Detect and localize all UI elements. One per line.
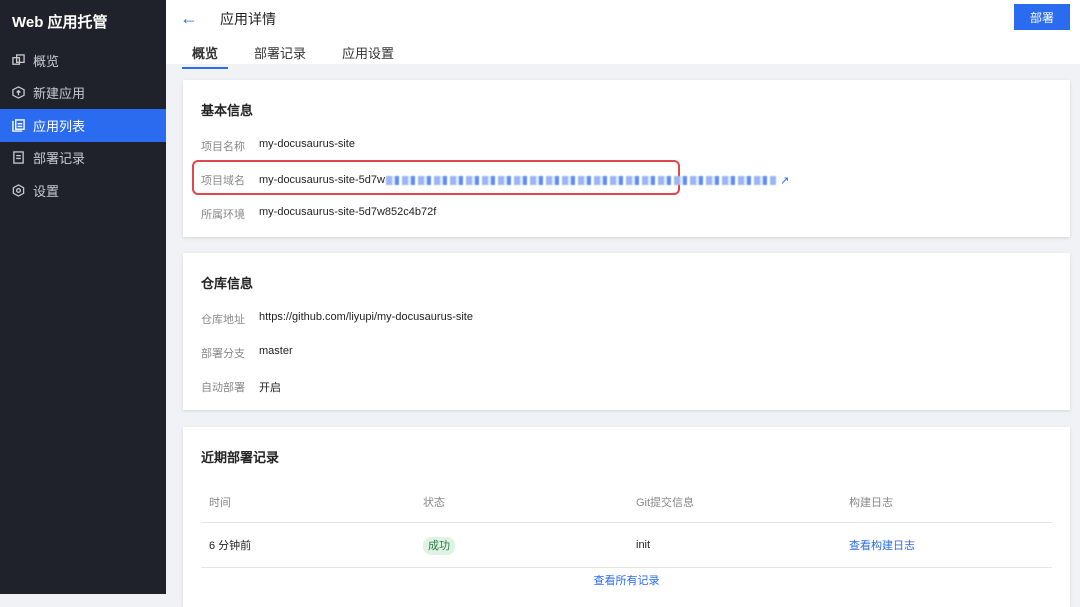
sidebar-item-app-list[interactable]: 应用列表	[0, 109, 166, 142]
page-header: ← 应用详情 部署 概览 部署记录 应用设置	[166, 0, 1080, 64]
sidebar-item-label: 部署记录	[33, 148, 85, 167]
list-icon	[12, 119, 25, 132]
tabs: 概览 部署记录 应用设置	[182, 43, 420, 69]
repo-info-card: 仓库信息 仓库地址https://github.com/liyupi/my-do…	[183, 253, 1070, 410]
upload-icon	[12, 86, 25, 99]
repo-url-link[interactable]: https://github.com/liyupi/my-docusaurus-…	[259, 311, 473, 327]
column-header: 构建日志	[841, 482, 1052, 522]
environment-link[interactable]: my-docusaurus-site-5d7w852c4b72f	[259, 206, 436, 222]
tab-app-settings[interactable]: 应用设置	[332, 43, 404, 69]
project-domain-link[interactable]: my-docusaurus-site-5d7w	[259, 174, 385, 186]
card-title: 近期部署记录	[201, 447, 279, 466]
deploy-button[interactable]: 部署	[1014, 4, 1070, 30]
basic-info-card: 基本信息 项目名称my-docusaurus-site 项目域名my-docus…	[183, 80, 1070, 237]
field-label: 自动部署	[201, 379, 259, 395]
field-label: 项目域名	[201, 172, 259, 188]
table-row: 6 分钟前 成功 init 查看构建日志	[201, 522, 1052, 567]
auto-deploy-status: 开启	[259, 379, 281, 395]
field-label: 仓库地址	[201, 311, 259, 327]
brand-title: Web 应用托管	[12, 11, 108, 32]
field-label: 所属环境	[201, 206, 259, 222]
sidebar: Web 应用托管 概览 新建应用 应用列表 部署记录 设置	[0, 0, 166, 594]
deploy-branch: master	[259, 345, 293, 361]
sidebar-item-settings[interactable]: 设置	[0, 174, 166, 207]
sidebar-item-label: 应用列表	[33, 116, 85, 135]
column-header: 状态	[415, 482, 628, 522]
recent-deploys-card: 近期部署记录 时间状态Git提交信息构建日志 6 分钟前 成功 init 查看构…	[183, 427, 1070, 607]
sidebar-item-label: 概览	[33, 51, 59, 70]
field-label: 部署分支	[201, 345, 259, 361]
settings-icon	[12, 184, 25, 197]
view-build-log-link[interactable]: 查看构建日志	[849, 540, 915, 552]
sidebar-item-label: 设置	[33, 181, 59, 200]
column-header: 时间	[201, 482, 415, 522]
deploy-time: 6 分钟前	[201, 522, 415, 567]
overview-icon	[12, 54, 25, 67]
status-badge: 成功	[423, 537, 455, 555]
project-name: my-docusaurus-site	[259, 138, 355, 154]
sidebar-item-label: 新建应用	[33, 83, 85, 102]
page-title: 应用详情	[220, 9, 276, 29]
card-title: 基本信息	[201, 100, 253, 119]
field-label: 项目名称	[201, 138, 259, 154]
sidebar-item-deploy-records[interactable]: 部署记录	[0, 142, 166, 175]
sidebar-item-overview[interactable]: 概览	[0, 44, 166, 77]
sidebar-nav: 概览 新建应用 应用列表 部署记录 设置	[0, 44, 166, 207]
sidebar-item-new-app[interactable]: 新建应用	[0, 77, 166, 110]
redacted-domain	[386, 176, 776, 185]
tab-deploy-records[interactable]: 部署记录	[244, 43, 316, 69]
deploy-table: 时间状态Git提交信息构建日志 6 分钟前 成功 init 查看构建日志	[201, 482, 1052, 568]
document-icon	[12, 151, 25, 164]
card-title: 仓库信息	[201, 273, 253, 292]
back-arrow-icon[interactable]: ←	[180, 8, 198, 29]
external-link-icon[interactable]: ↗	[780, 174, 789, 187]
column-header: Git提交信息	[628, 482, 841, 522]
commit-message: init	[628, 522, 841, 567]
view-all-records-link[interactable]: 查看所有记录	[594, 575, 660, 587]
tab-overview[interactable]: 概览	[182, 43, 228, 69]
